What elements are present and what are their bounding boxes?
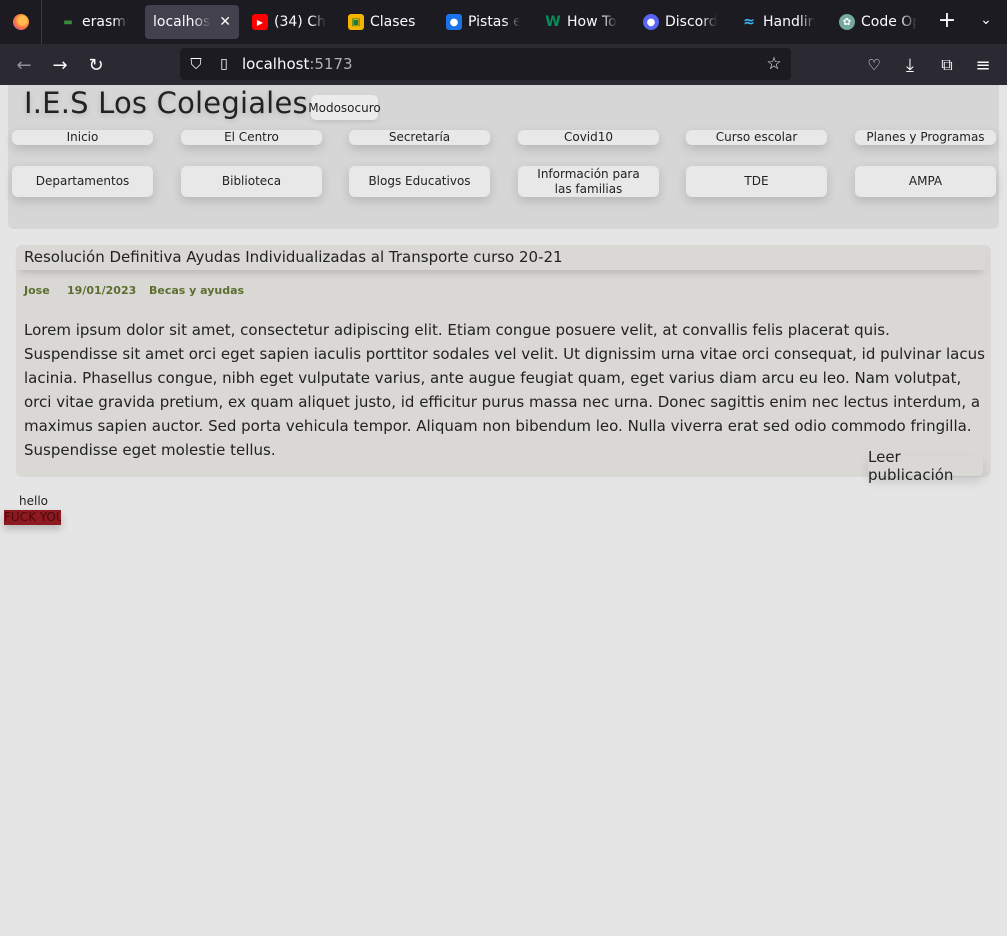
browser-nav-bar: ← → ↻ ⛉ ▯ localhost:5173 ☆ ♡ ⤓ ⧉ ≡ — [0, 44, 1007, 85]
browser-tab-bar: ▬ erasmus localhost ✕ ▶ (34) Cha ▣ Clase… — [0, 0, 1007, 44]
tailwind-icon: ≈ — [743, 14, 755, 30]
tab-title: How To — [567, 14, 617, 30]
url-bar[interactable]: ⛉ ▯ localhost:5173 ☆ — [180, 48, 791, 80]
post-category[interactable]: Becas y ayudas — [149, 284, 244, 297]
tab-howto[interactable]: W How To — [537, 5, 627, 39]
discord-icon: ● — [643, 14, 659, 30]
tab-erasmus[interactable]: ▬ erasmus — [52, 5, 136, 39]
firefox-logo-icon — [12, 14, 29, 30]
tab-title: (34) Cha — [274, 14, 326, 30]
nav-biblioteca-button[interactable]: Biblioteca — [181, 166, 322, 197]
dark-mode-button[interactable]: Modosocuro — [308, 95, 381, 120]
page-icon[interactable]: ▯ — [211, 51, 237, 77]
openai-icon: ✿ — [839, 14, 855, 30]
pocket-icon[interactable]: ♡ — [861, 52, 887, 78]
tab-youtube[interactable]: ▶ (34) Cha — [244, 5, 334, 39]
nav-familias-button[interactable]: Información para las familias — [518, 166, 659, 197]
download-icon[interactable]: ⤓ — [897, 52, 923, 78]
new-tab-button[interactable]: + — [936, 10, 958, 34]
back-arrow-icon[interactable]: ← — [11, 52, 37, 78]
tab-title: Discord — [665, 14, 717, 30]
shield-icon[interactable]: ⛉ — [183, 51, 209, 77]
site-title: I.E.S Los Colegiales — [24, 86, 308, 120]
nav-inicio-button[interactable]: Inicio — [12, 130, 153, 145]
read-more-button[interactable]: Leer publicación — [868, 448, 983, 484]
url-port: :5173 — [309, 55, 353, 73]
tab-title: Pistas ex — [468, 14, 520, 30]
hello-text: hello — [19, 494, 48, 508]
url-host: localhost — [242, 55, 310, 73]
post-body: Lorem ipsum dolor sit amet, consectetur … — [24, 321, 985, 459]
tab-title: Clases — [370, 14, 416, 30]
tab-code[interactable]: ✿ Code Op — [831, 5, 925, 39]
tab-title: Handling — [763, 14, 815, 30]
red-label: FUCK YOU — [4, 510, 61, 525]
post-date: 19/01/2023 — [67, 284, 137, 297]
nav-ampa-button[interactable]: AMPA — [855, 166, 996, 197]
forward-arrow-icon[interactable]: → — [47, 52, 73, 78]
youtube-icon: ▶ — [252, 14, 268, 30]
nav-blogs-button[interactable]: Blogs Educativos — [349, 166, 490, 197]
extensions-icon[interactable]: ⧉ — [934, 52, 960, 78]
nav-covid-button[interactable]: Covid10 — [518, 130, 659, 145]
url-text[interactable]: localhost:5173 — [242, 55, 353, 73]
nav-departamentos-button[interactable]: Departamentos — [12, 166, 153, 197]
nav-planes-button[interactable]: Planes y Programas — [855, 130, 996, 145]
close-tab-icon[interactable]: ✕ — [219, 14, 231, 30]
hamburger-menu-icon[interactable]: ≡ — [970, 52, 996, 78]
tab-title: erasmus — [82, 14, 128, 30]
tab-discord[interactable]: ● Discord — [635, 5, 725, 39]
bookmark-star-icon[interactable]: ☆ — [761, 51, 787, 77]
tab-localhost[interactable]: localhost ✕ — [145, 5, 239, 39]
nav-secretaria-button[interactable]: Secretaría — [349, 130, 490, 145]
firefox-menu-button[interactable] — [0, 0, 42, 44]
tab-title: Code Op — [861, 14, 917, 30]
post-title: Resolución Definitiva Ayudas Individuali… — [24, 248, 563, 266]
reload-icon[interactable]: ↻ — [83, 52, 109, 78]
nav-curso-escolar-button[interactable]: Curso escolar — [686, 130, 827, 145]
nav-tde-button[interactable]: TDE — [686, 166, 827, 197]
tab-pistas[interactable]: ● Pistas ex — [438, 5, 528, 39]
terminal-icon: ▬ — [63, 16, 73, 28]
tab-clases[interactable]: ▣ Clases — [340, 5, 430, 39]
chevron-down-icon[interactable]: ⌄ — [976, 12, 996, 32]
w-icon: W — [545, 14, 561, 30]
tab-handling[interactable]: ≈ Handling — [733, 5, 823, 39]
post-author: Jose — [24, 284, 50, 297]
tab-title: localhost — [153, 14, 212, 30]
nav-el-centro-button[interactable]: El Centro — [181, 130, 322, 145]
contacts-icon: ● — [446, 14, 462, 30]
classroom-icon: ▣ — [348, 14, 364, 30]
